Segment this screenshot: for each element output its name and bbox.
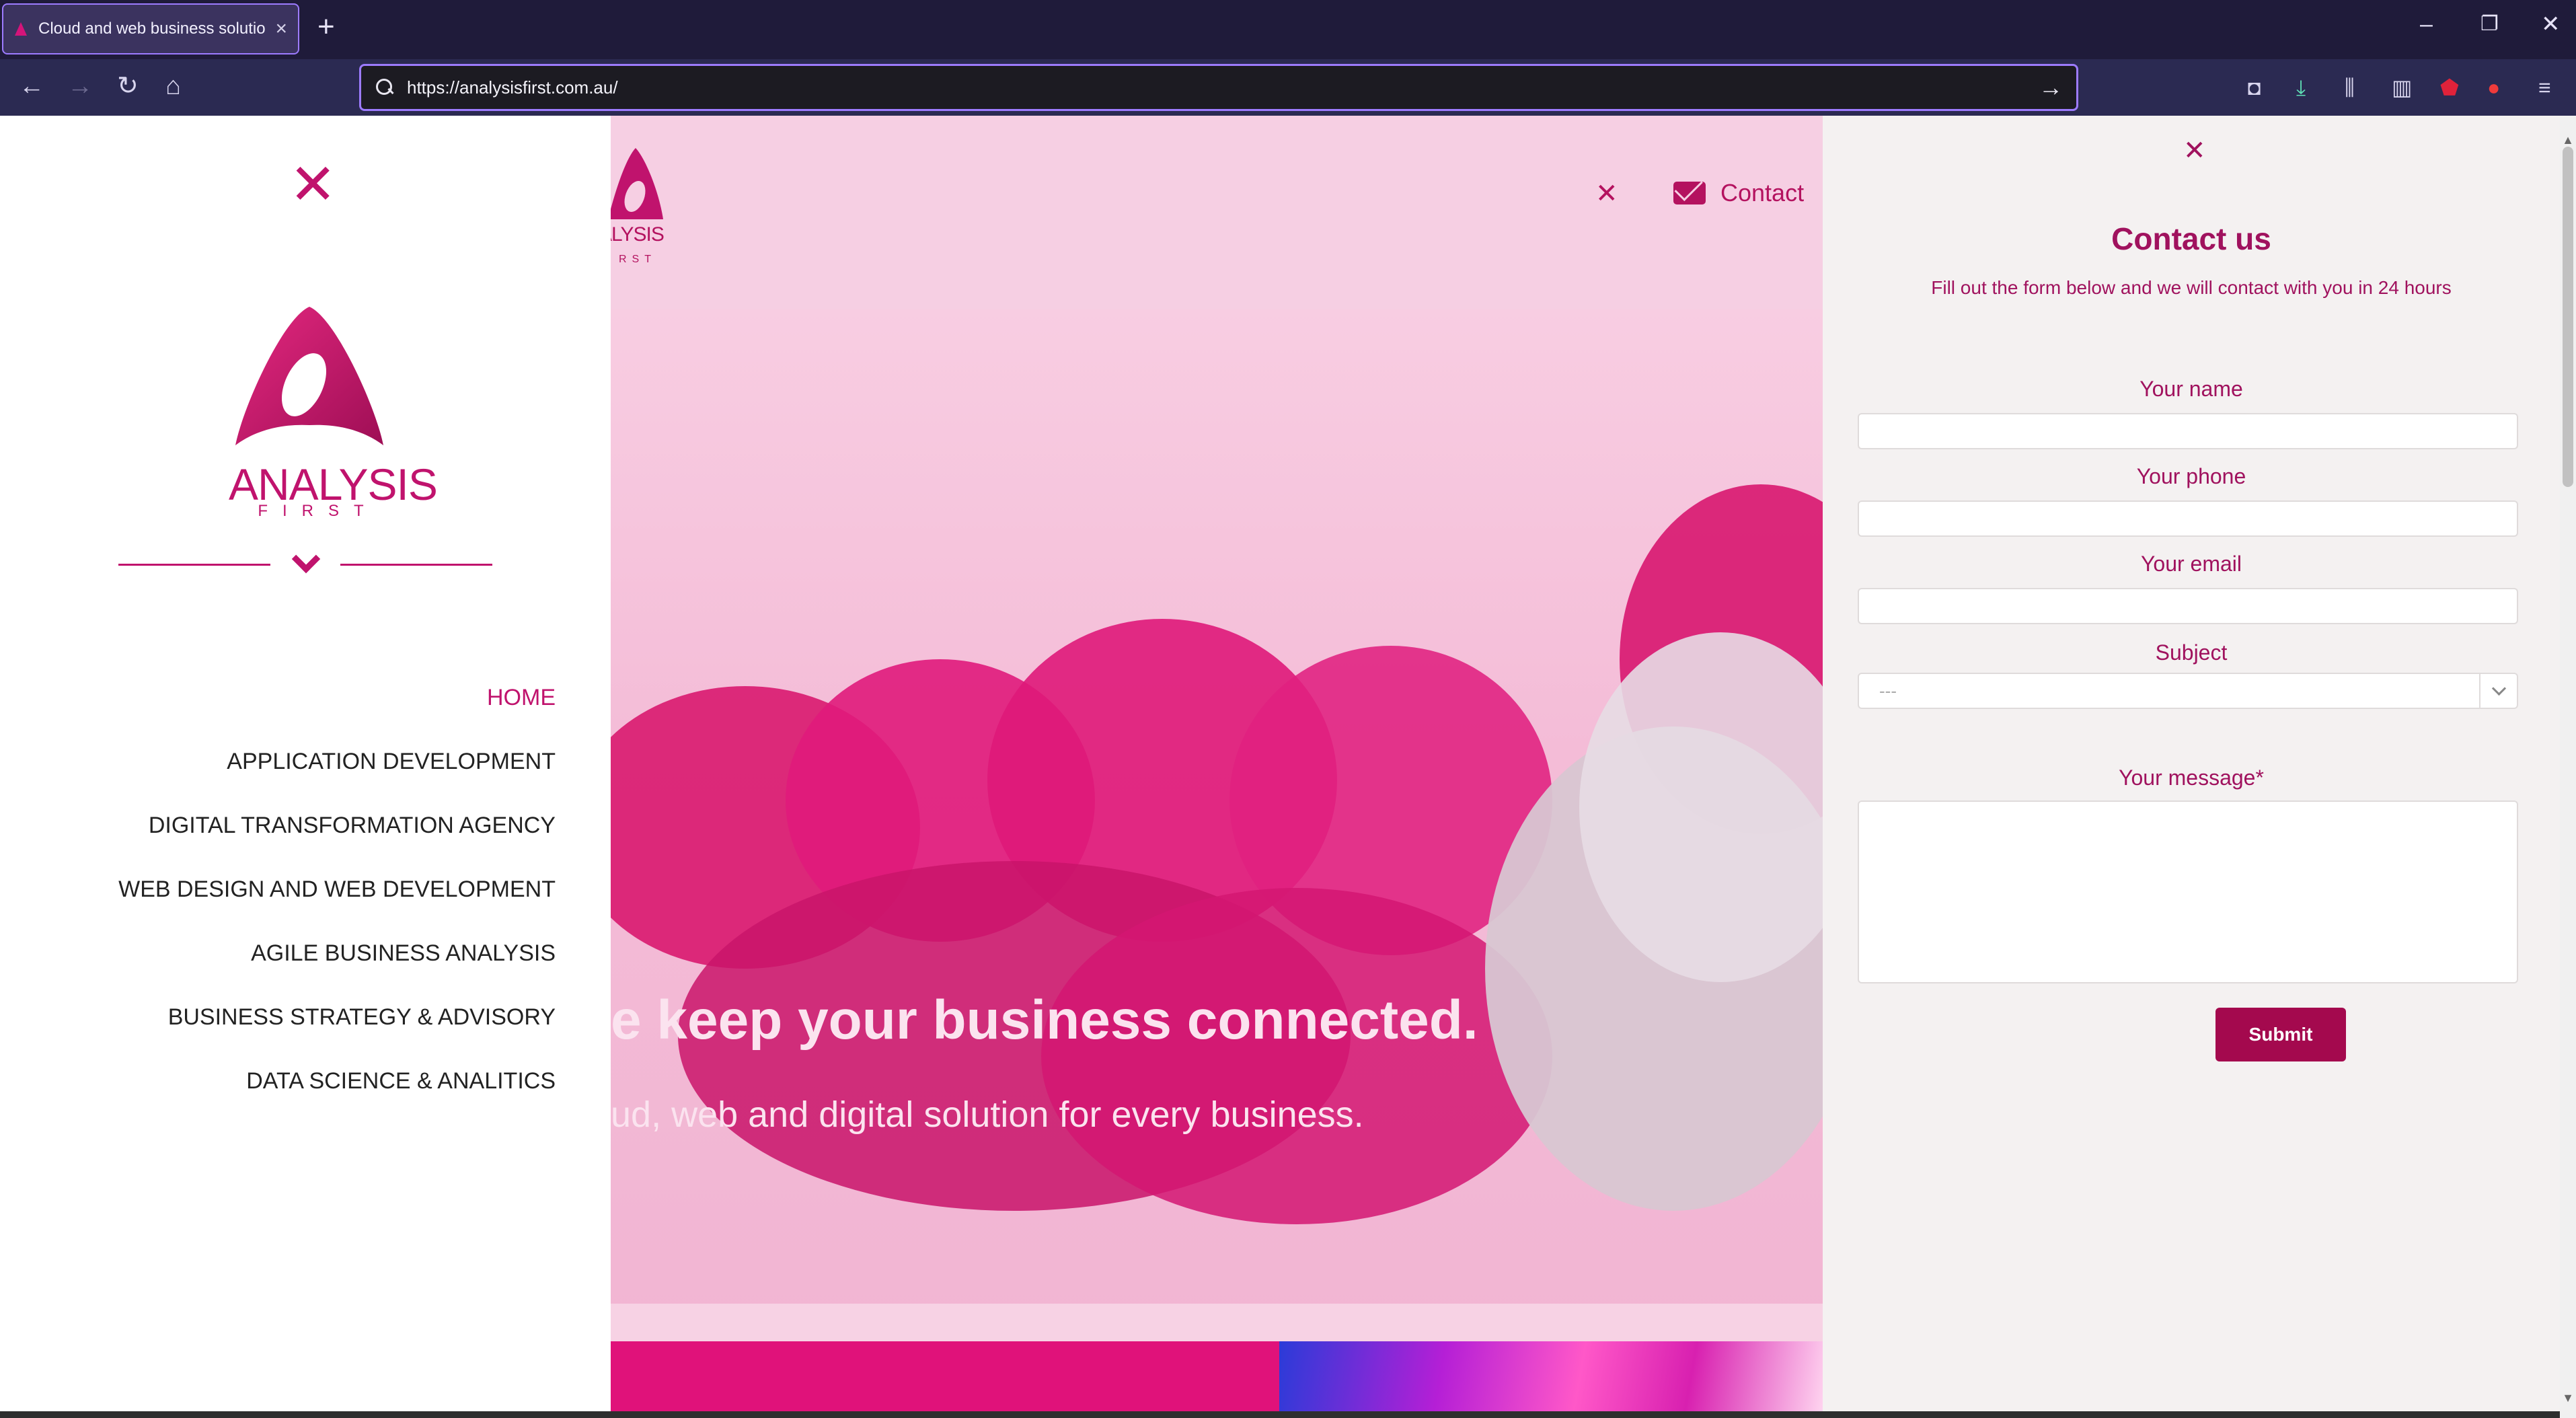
menu-item-digital-transformation[interactable]: DIGITAL TRANSFORMATION AGENCY	[118, 794, 556, 858]
menu-close-icon[interactable]: ✕	[1595, 178, 1618, 210]
site-logo-mark[interactable]	[605, 145, 666, 233]
divider	[118, 564, 270, 566]
subject-select[interactable]: ---	[1858, 673, 2518, 709]
section-preview-image	[1279, 1341, 1823, 1417]
ublock-icon[interactable]: ⬟	[2440, 74, 2459, 101]
site-favicon-icon	[14, 20, 28, 38]
address-bar[interactable]: https://analysisfirst.com.au/ →	[359, 64, 2078, 111]
brand-subname: FIRST	[258, 502, 379, 520]
contact-panel: ✕ Contact us Fill out the form below and…	[1823, 116, 2560, 1418]
contact-close-icon[interactable]: ✕	[2183, 136, 2206, 165]
forward-button[interactable]: →	[67, 71, 93, 101]
scroll-down-icon[interactable]: ▼	[2560, 1391, 2576, 1405]
tab-title: Cloud and web business solutio	[38, 20, 266, 38]
contact-title: Contact us	[2111, 221, 2271, 256]
phone-field[interactable]	[1858, 500, 2518, 537]
hero-cloud	[1041, 888, 1552, 1224]
hero-subheadline: ud, web and digital solution for every b…	[611, 1094, 1364, 1135]
side-nav-close-icon[interactable]: ✕	[289, 156, 336, 213]
email-field[interactable]	[1858, 588, 2518, 624]
name-label: Your name	[2139, 377, 2243, 401]
search-icon	[375, 77, 395, 98]
main-menu: HOME APPLICATION DEVELOPMENT DIGITAL TRA…	[118, 666, 556, 1113]
brand-logo-mark[interactable]	[234, 304, 385, 451]
pocket-icon[interactable]: ◘	[2248, 74, 2261, 101]
menu-item-home[interactable]: HOME	[118, 666, 556, 730]
submit-button[interactable]: Submit	[2215, 1008, 2346, 1061]
phone-label: Your phone	[2136, 464, 2246, 488]
site-header	[611, 116, 1823, 309]
reload-button[interactable]: ↻	[117, 71, 139, 101]
home-button[interactable]: ⌂	[165, 71, 181, 101]
menu-item-web-design[interactable]: WEB DESIGN AND WEB DEVELOPMENT	[118, 858, 556, 922]
back-button[interactable]: ←	[19, 71, 44, 101]
page-viewport: ALYSIS RST ✕ Contact e keep your busines…	[0, 116, 2576, 1418]
chevron-down-icon[interactable]	[2479, 674, 2517, 708]
subject-label: Subject	[2155, 640, 2228, 665]
menu-icon[interactable]: ≡	[2538, 74, 2551, 101]
chevron-down-icon	[291, 544, 321, 574]
mail-icon	[1673, 182, 1706, 204]
browser-tab[interactable]: Cloud and web business solutio ×	[2, 3, 299, 54]
name-field[interactable]	[1858, 413, 2518, 449]
browser-tab-bar: Cloud and web business solutio × + – ❐ ✕	[0, 0, 2576, 59]
tab-close-icon[interactable]: ×	[275, 17, 287, 40]
hero-banner: e keep your business connected. ud, web …	[611, 309, 1823, 1417]
minimize-button[interactable]: –	[2420, 11, 2433, 38]
sidebar-icon[interactable]: ▥	[2392, 74, 2412, 101]
page-bottom-edge	[0, 1411, 2560, 1418]
divider	[340, 564, 492, 566]
contact-label: Contact	[1720, 179, 1805, 207]
browser-nav-bar: ← → ↻ ⌂ https://analysisfirst.com.au/ → …	[0, 59, 2576, 116]
go-arrow-icon[interactable]: →	[2039, 73, 2063, 102]
menu-item-application-development[interactable]: APPLICATION DEVELOPMENT	[118, 730, 556, 794]
subject-value: ---	[1879, 681, 1897, 701]
download-icon[interactable]: ⤓	[2296, 74, 2306, 101]
email-label: Your email	[2140, 552, 2242, 576]
message-label: Your message*	[2119, 766, 2264, 790]
menu-item-agile-business-analysis[interactable]: AGILE BUSINESS ANALYSIS	[118, 922, 556, 985]
hero-headline: e keep your business connected.	[611, 990, 1478, 1051]
extension-icon[interactable]: ●	[2487, 74, 2500, 101]
window-close-button[interactable]: ✕	[2541, 11, 2561, 38]
hero-divider-band	[611, 1304, 1823, 1341]
library-icon[interactable]: ⫼	[2345, 74, 2355, 101]
scroll-up-icon[interactable]: ▲	[2560, 133, 2576, 147]
contact-link[interactable]: Contact	[1673, 179, 1804, 207]
side-nav-panel: ✕ ANALYSIS FIRST HOME APPLICATION DEVELO…	[0, 116, 611, 1418]
restore-button[interactable]: ❐	[2480, 11, 2499, 38]
new-tab-button[interactable]: +	[317, 12, 335, 42]
menu-item-data-science[interactable]: DATA SCIENCE & ANALITICS	[118, 1049, 556, 1113]
menu-item-business-strategy[interactable]: BUSINESS STRATEGY & ADVISORY	[118, 985, 556, 1049]
section-preview-pink	[611, 1341, 1279, 1417]
url-text[interactable]: https://analysisfirst.com.au/	[407, 77, 2039, 98]
message-field[interactable]	[1858, 800, 2518, 983]
contact-subtitle: Fill out the form below and we will cont…	[1931, 277, 2452, 298]
scrollbar-thumb[interactable]	[2563, 147, 2573, 487]
